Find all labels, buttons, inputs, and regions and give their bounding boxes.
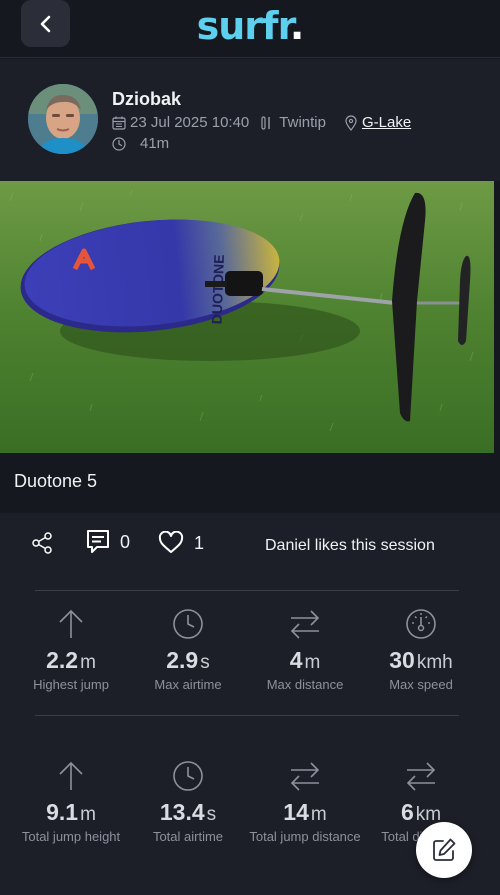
stat-max-airtime: 2.9 s Max airtime bbox=[129, 607, 247, 692]
stat-label: Highest jump bbox=[33, 677, 109, 692]
swap-arrows-icon bbox=[290, 610, 320, 639]
likes-text[interactable]: Daniel likes this session bbox=[265, 537, 435, 555]
divider bbox=[35, 715, 459, 716]
stat-total-jump-height: 9.1 m Total jump height bbox=[12, 759, 130, 844]
stat-value: 2.9 bbox=[166, 647, 199, 673]
stat-value: 2.2 bbox=[46, 647, 79, 673]
stat-unit: m bbox=[304, 652, 321, 673]
stat-value: 4 bbox=[289, 647, 303, 673]
board-icon bbox=[261, 115, 270, 130]
stat-unit: s bbox=[206, 804, 217, 825]
session-header: Dziobak 23 Jul 2025 10:40 Twintip G-Lake… bbox=[0, 59, 500, 181]
top-bar: surfr. bbox=[0, 0, 500, 58]
comments-button[interactable]: 0 bbox=[86, 529, 130, 555]
stat-max-distance: 4m Max distance bbox=[246, 607, 364, 692]
stat-unit: s bbox=[200, 652, 210, 673]
app-logo: surfr. bbox=[0, 4, 500, 48]
duration-row: 41m bbox=[112, 135, 169, 152]
location-pin-icon bbox=[345, 114, 357, 131]
clock-icon bbox=[173, 609, 203, 639]
swap-arrows-icon bbox=[290, 762, 320, 791]
calendar-icon bbox=[112, 116, 126, 130]
stat-unit: m bbox=[80, 804, 96, 825]
session-date: 23 Jul 2025 10:40 bbox=[130, 114, 250, 131]
stat-unit: kmh bbox=[416, 652, 453, 673]
stat-value: 30 bbox=[389, 647, 415, 673]
session-photo[interactable]: DUOTONE bbox=[0, 181, 494, 453]
swap-arrows-icon bbox=[406, 762, 436, 791]
stat-value: 9.1 bbox=[46, 799, 79, 825]
comments-count: 0 bbox=[120, 531, 131, 552]
avatar[interactable] bbox=[28, 84, 98, 154]
stat-highest-jump: 2.2 m Highest jump bbox=[12, 607, 130, 692]
stat-label: Total airtime bbox=[152, 829, 224, 844]
speedometer-icon bbox=[406, 609, 436, 639]
comment-icon bbox=[87, 530, 109, 553]
stat-total-airtime: 13.4 s Total airtime bbox=[129, 759, 247, 844]
stat-value: 6 bbox=[400, 799, 414, 825]
likes-count: 1 bbox=[194, 532, 205, 553]
logo-dot: . bbox=[289, 4, 304, 48]
stat-value: 13.4 bbox=[159, 799, 205, 825]
user-name[interactable]: Dziobak bbox=[112, 89, 181, 110]
stat-total-jump-distance: 14 m Total jump distance bbox=[246, 759, 364, 844]
stat-label: Max speed bbox=[389, 677, 453, 692]
stat-label: Max airtime bbox=[154, 677, 222, 692]
stat-label: Max distance bbox=[266, 677, 344, 692]
arrow-up-icon bbox=[59, 609, 83, 638]
clock-icon bbox=[173, 761, 203, 791]
edit-button[interactable] bbox=[416, 822, 472, 878]
edit-icon bbox=[433, 838, 456, 861]
clock-icon bbox=[112, 136, 126, 151]
like-button[interactable]: 1 bbox=[158, 531, 204, 555]
share-icon bbox=[32, 532, 52, 554]
stat-label: Total jump height bbox=[21, 829, 121, 844]
share-button[interactable] bbox=[30, 531, 54, 555]
board-brand-text: DUOTONE bbox=[209, 254, 227, 324]
stat-value: 14 bbox=[283, 799, 309, 825]
stat-unit: m bbox=[310, 804, 327, 825]
session-meta: 23 Jul 2025 10:40 Twintip G-Lake bbox=[112, 114, 411, 131]
divider bbox=[35, 590, 459, 591]
board-type: Twintip bbox=[279, 114, 326, 131]
stat-unit: m bbox=[80, 652, 96, 673]
action-row: 0 1 Daniel likes this session bbox=[0, 513, 500, 573]
logo-word: surfr bbox=[196, 4, 291, 48]
heart-icon bbox=[158, 531, 184, 553]
session-title: Duotone 5 bbox=[14, 471, 98, 491]
session-duration: 41m bbox=[140, 135, 170, 152]
arrow-up-icon bbox=[59, 761, 83, 790]
stat-max-speed: 30 kmh Max speed bbox=[362, 607, 480, 692]
stat-label: Total jump distance bbox=[249, 829, 361, 844]
spot-link[interactable]: G-Lake bbox=[362, 114, 411, 131]
